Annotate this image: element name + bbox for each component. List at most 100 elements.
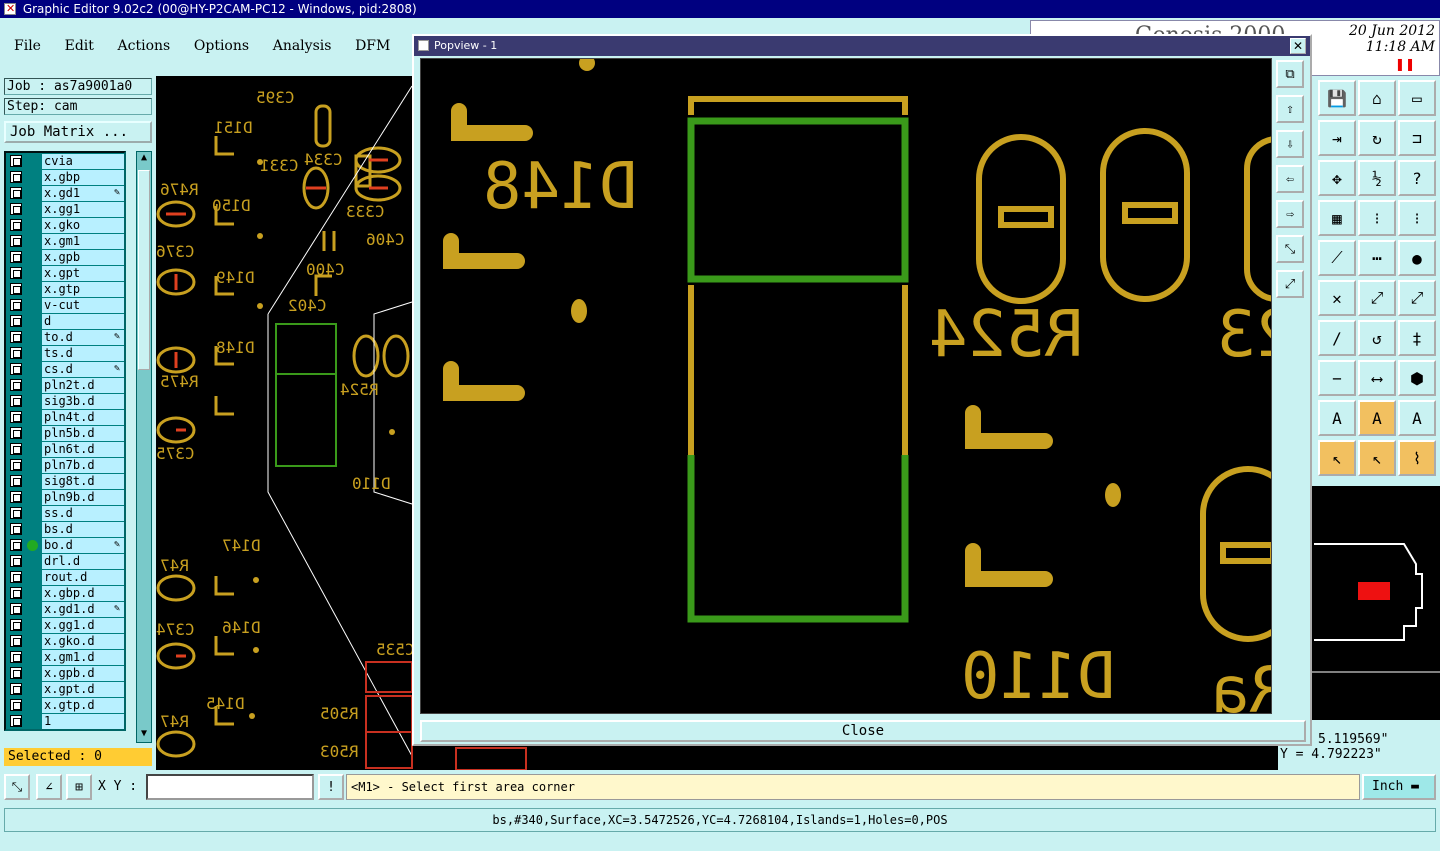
layer-row[interactable]: pln4t.d — [6, 409, 124, 425]
window-icon[interactable]: ▭ — [1398, 80, 1436, 116]
layer-checkbox[interactable] — [10, 283, 22, 295]
layer-row[interactable]: pln7b.d — [6, 457, 124, 473]
select-icon[interactable]: ↖ — [1318, 440, 1356, 476]
layer-row[interactable]: 1 — [6, 713, 124, 729]
layer-name[interactable]: cs.d ✎ — [42, 362, 124, 377]
layer-row[interactable]: sig8t.d — [6, 473, 124, 489]
layer-name[interactable]: ss.d — [42, 506, 124, 521]
layer-name[interactable]: ts.d — [42, 346, 124, 361]
layer-name[interactable]: x.gko — [42, 218, 124, 233]
menu-file[interactable]: File — [14, 18, 41, 54]
layer-row[interactable]: cvia — [6, 153, 124, 169]
layer-checkbox[interactable] — [10, 699, 22, 711]
layer-row[interactable]: x.gpt.d — [6, 681, 124, 697]
fold-icon[interactable]: ‡ — [1398, 320, 1436, 356]
layer-display-alt-icon[interactable]: ⁝ — [1398, 200, 1436, 236]
xy-input[interactable] — [146, 774, 314, 800]
layer-row[interactable]: pln5b.d — [6, 425, 124, 441]
save-icon[interactable]: 💾 — [1318, 80, 1356, 116]
layer-row[interactable]: x.gg1.d — [6, 617, 124, 633]
layer-row[interactable]: x.gd1.d ✎ — [6, 601, 124, 617]
layer-checkbox[interactable] — [10, 523, 22, 535]
alert-icon[interactable]: ! — [318, 774, 344, 800]
layer-checkbox[interactable] — [10, 171, 22, 183]
layer-name[interactable]: rout.d — [42, 570, 124, 585]
layer-row[interactable]: x.gtp.d — [6, 697, 124, 713]
connect-alt-icon[interactable]: ⤢ — [1398, 280, 1436, 316]
layer-row[interactable]: x.gbp — [6, 169, 124, 185]
popview-pan-down-icon[interactable]: ⇩ — [1276, 130, 1304, 158]
pause-icon[interactable]: ❚❚ — [1395, 57, 1415, 71]
scroll-up-icon[interactable]: ▲ — [138, 152, 150, 166]
layer-checkbox[interactable] — [10, 619, 22, 631]
layer-checkbox[interactable] — [10, 427, 22, 439]
layer-list-scrollbar[interactable]: ▲ ▼ — [136, 151, 152, 743]
layer-name[interactable]: x.gd1.d ✎ — [42, 602, 124, 617]
ruler-icon[interactable]: ┅ — [1358, 240, 1396, 276]
popview-pan-right-icon[interactable]: ⇨ — [1276, 200, 1304, 228]
layer-name[interactable]: sig3b.d — [42, 394, 124, 409]
arc-tool-icon[interactable]: ↺ — [1358, 320, 1396, 356]
layer-checkbox[interactable] — [10, 715, 22, 727]
scroll-thumb[interactable] — [138, 170, 150, 370]
line-tool-icon[interactable]: ∕ — [1318, 320, 1356, 356]
measure-tool-icon[interactable]: ⟷ — [1358, 360, 1396, 396]
layer-display-icon[interactable]: ⁝ — [1358, 200, 1396, 236]
grid-view-icon[interactable]: ▦ — [1318, 200, 1356, 236]
home-icon[interactable]: ⌂ — [1358, 80, 1396, 116]
layer-row[interactable]: x.gg1 — [6, 201, 124, 217]
layer-name[interactable]: v-cut — [42, 298, 124, 313]
layer-row[interactable]: pln6t.d — [6, 441, 124, 457]
layer-checkbox[interactable] — [10, 203, 22, 215]
popview-close-icon[interactable]: ✕ — [1290, 38, 1306, 54]
layer-row[interactable]: v-cut — [6, 297, 124, 313]
layer-row[interactable]: x.gpt — [6, 265, 124, 281]
connect-icon[interactable]: ⤢ — [1358, 280, 1396, 316]
layer-checkbox[interactable] — [10, 555, 22, 567]
layer-checkbox[interactable] — [10, 155, 22, 167]
layer-name[interactable]: x.gtp.d — [42, 698, 124, 713]
layer-checkbox[interactable] — [10, 491, 22, 503]
layer-name[interactable]: x.gbp.d — [42, 586, 124, 601]
menu-edit[interactable]: Edit — [65, 18, 94, 54]
layer-checkbox[interactable] — [10, 251, 22, 263]
layer-row[interactable]: d — [6, 313, 124, 329]
layer-name[interactable]: pln5b.d — [42, 426, 124, 441]
layer-name[interactable]: pln4t.d — [42, 410, 124, 425]
layer-name[interactable]: x.gg1.d — [42, 618, 124, 633]
grid-icon[interactable]: ⊞ — [66, 774, 92, 800]
layer-checkbox[interactable] — [10, 683, 22, 695]
layer-name[interactable]: drl.d — [42, 554, 124, 569]
layer-checkbox[interactable] — [10, 315, 22, 327]
layer-checkbox[interactable] — [10, 219, 22, 231]
menu-analysis[interactable]: Analysis — [273, 18, 332, 54]
popview-canvas[interactable]: D148 R524 D110 23 Ra — [420, 58, 1272, 714]
layer-row[interactable]: rout.d — [6, 569, 124, 585]
minus-icon[interactable]: − — [1318, 360, 1356, 396]
layer-checkbox[interactable] — [10, 507, 22, 519]
layer-checkbox[interactable] — [10, 187, 22, 199]
layer-checkbox[interactable] — [10, 587, 22, 599]
popview-zoom-out-icon[interactable]: ⤢ — [1276, 270, 1304, 298]
layer-name[interactable]: 1 — [42, 714, 124, 729]
layer-name[interactable]: d — [42, 314, 124, 329]
layer-row[interactable]: x.gd1 ✎ — [6, 185, 124, 201]
polygon-icon[interactable]: ⬢ — [1398, 360, 1436, 396]
layer-name[interactable]: x.gd1 ✎ — [42, 186, 124, 201]
layer-name[interactable]: x.gbp — [42, 170, 124, 185]
layer-name[interactable]: sig8t.d — [42, 474, 124, 489]
layer-name[interactable]: x.gtp — [42, 282, 124, 297]
layer-name[interactable]: bs.d — [42, 522, 124, 537]
layer-checkbox[interactable] — [10, 667, 22, 679]
layer-name[interactable]: cvia — [42, 154, 124, 169]
layer-row[interactable]: x.gbp.d — [6, 585, 124, 601]
layer-row[interactable]: pln9b.d — [6, 489, 124, 505]
menu-options[interactable]: Options — [194, 18, 249, 54]
popview-pan-left-icon[interactable]: ⇦ — [1276, 165, 1304, 193]
draw-line-icon[interactable]: ⟋ — [1318, 240, 1356, 276]
layer-checkbox[interactable] — [10, 347, 22, 359]
layer-checkbox[interactable] — [10, 299, 22, 311]
layer-checkbox[interactable] — [10, 411, 22, 423]
step-icon[interactable]: ⊐ — [1398, 120, 1436, 156]
menu-actions[interactable]: Actions — [118, 18, 171, 54]
